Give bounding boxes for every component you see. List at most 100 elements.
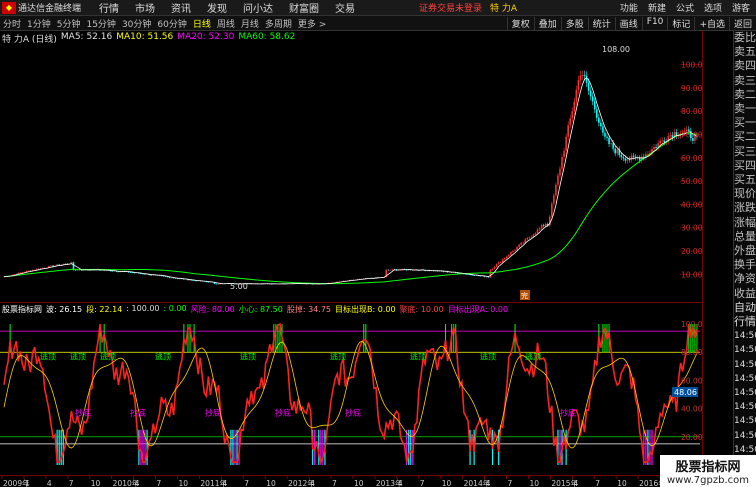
sidebar-item[interactable]: 行情 [734,315,756,329]
draw-line-button[interactable]: 画线 [614,16,642,30]
candle-body [581,75,584,76]
date-tick-label: 10 [91,479,101,487]
f10-button[interactable]: F10 [641,16,668,30]
chart-tools: 复权 叠加 多股 统计 画线 F10 标记 +自选 返回 [506,16,756,30]
buy-bottom-label: 抄底 [345,408,361,418]
date-tick-label: 7 [332,479,337,487]
menu-formula[interactable]: 公式 [676,1,694,14]
candle-body [544,223,547,226]
tab-monthly[interactable]: 月线 [241,17,259,30]
sidebar-item[interactable]: 14:50 [734,414,756,428]
multi-stock-button[interactable]: 多股 [560,16,588,30]
app-logo-icon: ◆ [2,1,16,14]
sidebar-item[interactable]: 14:50 [734,343,756,357]
tab-intraday[interactable]: 分时 [3,17,21,30]
candle-body [614,148,616,154]
candle-body [144,274,146,275]
add-watchlist-button[interactable]: +自选 [694,16,729,30]
buy-bottom-label: 抄底 [130,408,146,418]
date-tick-label: 10 [354,479,364,487]
menu-wealth[interactable]: 财富圈 [289,0,319,15]
candle-body [559,168,561,176]
tab-15min[interactable]: 15分钟 [86,17,115,30]
sidebar-item[interactable]: 自动 [734,301,756,315]
tab-5min[interactable]: 5分钟 [57,17,81,30]
candle-body [217,283,220,285]
tab-60min[interactable]: 60分钟 [157,17,186,30]
candle-body [563,150,565,157]
tab-1min[interactable]: 1分钟 [27,17,51,30]
back-button[interactable]: 返回 [728,16,756,30]
quote-sidebar: 委比 卖五 卖四 卖三 卖二 卖一 买一 买二 买三 买四 买五 现价 涨跌 涨幅 总量 外盘 换手 净资 收益 自动… [733,31,756,475]
tab-multi-period[interactable]: 多周期 [265,17,292,30]
candle-body [508,254,510,257]
candle-body [595,109,598,118]
sidebar-item[interactable]: 委比 [734,31,756,45]
tab-30min[interactable]: 30分钟 [122,17,151,30]
menu-function[interactable]: 功能 [620,1,638,14]
sidebar-item[interactable]: 买三 [734,145,756,159]
sidebar-item[interactable]: 换手 [734,258,756,272]
sidebar-item[interactable]: 14:50 [734,372,756,386]
menu-discover[interactable]: 发现 [207,0,227,15]
candle-body [600,122,602,127]
sidebar-item[interactable]: 外盘 [734,244,756,258]
sidebar-item[interactable]: 14:50 [734,429,756,443]
sidebar-item[interactable]: 现价 [734,187,756,201]
sidebar-item[interactable]: 买四 [734,159,756,173]
sidebar-item[interactable]: 14:50 [734,386,756,400]
candle-body [583,75,586,77]
candle-body [514,249,516,251]
sidebar-item[interactable]: 净资 [734,272,756,286]
sidebar-item[interactable]: 买一 [734,116,756,130]
sidebar-item[interactable]: 卖三 [734,74,756,88]
mark-button[interactable]: 标记 [667,16,694,30]
tab-daily[interactable]: 日线 [193,17,211,30]
tab-weekly[interactable]: 周线 [217,17,235,30]
menu-news[interactable]: 资讯 [171,0,191,15]
sidebar-item[interactable]: 收益 [734,287,756,301]
candle-body [612,143,614,149]
menu-ask[interactable]: 问小达 [243,0,273,15]
adjust-button[interactable]: 复权 [506,16,534,30]
candle-body [610,143,612,145]
candle-body [485,276,488,278]
candle-body [391,269,394,271]
sidebar-item[interactable]: 总量 [734,230,756,244]
sidebar-item[interactable]: 14:50 [734,358,756,372]
price-chart-panel[interactable]: 特 力A (日线) MA5: 52.16 MA10: 51.56 MA20: 5… [0,31,703,303]
sidebar-item[interactable]: 涨跌 [734,201,756,215]
sidebar-item[interactable]: 买二 [734,130,756,144]
sidebar-item[interactable]: 涨幅 [734,216,756,230]
menu-new[interactable]: 新建 [648,1,666,14]
sidebar-item[interactable]: 卖一 [734,102,756,116]
sidebar-item[interactable]: 卖四 [734,59,756,73]
candle-body [74,269,77,271]
sidebar-item[interactable]: 卖二 [734,88,756,102]
buy-bottom-label: 抄底 [275,408,291,418]
indicator-panel[interactable]: 股票指标网 波: 26.15 段: 22.14 : 100.00 : 0.00 … [0,303,703,475]
menu-quotes[interactable]: 行情 [99,0,119,15]
sidebar-item[interactable]: 买五 [734,173,756,187]
candle-body [632,155,635,157]
date-tick-label: 7 [244,479,249,487]
sidebar-item[interactable]: 卖五 [734,45,756,59]
statistics-button[interactable]: 统计 [587,16,615,30]
candle-body [387,269,390,271]
price-tick-label: 50.00 [681,177,703,186]
sidebar-item[interactable]: 14:50 [734,329,756,343]
menu-trade[interactable]: 交易 [335,0,355,15]
menu-market[interactable]: 市场 [135,0,155,15]
date-tick-label: 7 [69,479,74,487]
date-tick-label: 7 [157,479,162,487]
candle-body [493,266,496,269]
candle-body [170,277,173,279]
menu-options[interactable]: 选项 [704,1,722,14]
login-status[interactable]: 证券交易未登录 [419,1,482,14]
tab-more[interactable]: 更多 > [298,17,326,30]
candle-body [518,244,520,248]
candle-body [626,159,629,161]
overlay-button[interactable]: 叠加 [533,16,561,30]
menu-guest[interactable]: 游客 [732,1,750,14]
sidebar-item[interactable]: 14:50 [734,400,756,414]
